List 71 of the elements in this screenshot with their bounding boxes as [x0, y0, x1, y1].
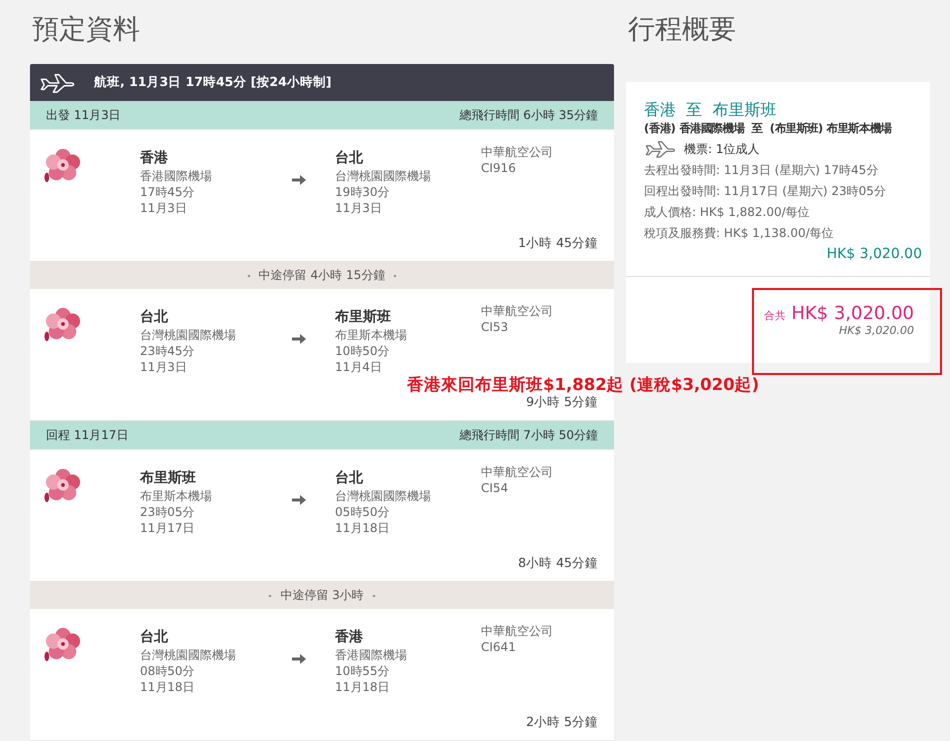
city-name: 台北	[140, 308, 169, 327]
flight-duration: 8小時 45分鐘	[518, 555, 598, 570]
city-name: 布里斯班	[335, 308, 392, 327]
date-text: 11月3日	[335, 200, 383, 216]
layover-text: 中途停留 3小時	[268, 587, 376, 604]
total-flight-time: 總飛行時間 7小時 50分鐘	[459, 426, 598, 444]
summary-line: 成人價格: HK$ 1,882.00/每位	[644, 204, 811, 221]
flight-number: CI916	[481, 160, 517, 176]
city-name: 香港	[140, 149, 169, 168]
time-text: 08時50分	[140, 663, 196, 679]
date-text: 11月17日	[140, 520, 196, 536]
arrow-icon	[292, 653, 306, 665]
airline-name: 中華航空公司	[481, 464, 554, 480]
subtotal-price: HK$ 3,020.00	[826, 246, 922, 262]
city-name: 台北	[335, 469, 364, 488]
time-text: 19時30分	[335, 184, 391, 200]
total-note: HK$ 3,020.00	[839, 324, 914, 337]
total-label: 合共	[764, 310, 786, 322]
city-name: 香港	[335, 628, 364, 647]
airport-name: 香港國際機場	[140, 168, 213, 184]
arrow-icon	[292, 333, 306, 345]
airport-name: 香港國際機場	[335, 647, 408, 663]
flight-duration: 1小時 45分鐘	[518, 235, 598, 250]
date-text: 11月18日	[335, 679, 391, 695]
plane-icon	[644, 139, 676, 159]
layover-text: 中途停留 4小時 15分鐘	[246, 267, 398, 284]
time-text: 10時50分	[335, 343, 391, 359]
promo-annotation: 香港來回布里斯班$1,882起 (連稅$3,020起)	[407, 374, 760, 396]
time-text: 10時55分	[335, 663, 391, 679]
arrow-icon	[292, 494, 306, 506]
time-text: 23時05分	[140, 504, 196, 520]
airline-name: 中華航空公司	[481, 303, 554, 319]
summary-line: 去程出發時間: 11月3日 (星期六) 17時45分	[644, 162, 880, 179]
time-text: 05時50分	[335, 504, 391, 520]
airport-name: 布里斯本機場	[335, 327, 408, 343]
date-text: 11月3日	[140, 359, 188, 375]
airport-name: 台灣桃園國際機場	[140, 327, 237, 343]
date-text: 11月3日	[140, 200, 188, 216]
summary-line: 稅項及服務費: HK$ 1,138.00/每位	[644, 225, 835, 242]
arrow-icon	[292, 174, 306, 186]
route-detail: (香港) 香港國際機場 至 (布里斯班) 布里斯本機場	[644, 121, 893, 137]
airport-name: 台灣桃園國際機場	[140, 647, 237, 663]
airline-name: 中華航空公司	[481, 623, 554, 639]
time-text: 17時45分	[140, 184, 196, 200]
city-name: 台北	[140, 628, 169, 647]
city-name: 布里斯班	[140, 469, 197, 488]
flight-duration: 9小時 5分鐘	[526, 394, 598, 409]
date-text: 11月18日	[335, 520, 391, 536]
flight-number: CI641	[481, 639, 517, 655]
date-text: 11月4日	[335, 359, 383, 375]
total-flight-time: 總飛行時間 6小時 35分鐘	[459, 106, 598, 124]
plane-icon	[38, 72, 76, 94]
leg-date: 回程 11月17日	[46, 426, 128, 444]
flight-duration: 2小時 5分鐘	[526, 714, 598, 729]
total-price: HK$ 3,020.00	[791, 303, 914, 324]
flight-header-text: 航班, 11月3日 17時45分 [按24小時制]	[94, 74, 332, 91]
airport-name: 布里斯本機場	[140, 488, 213, 504]
airport-name: 台灣桃園國際機場	[335, 488, 432, 504]
summary-line: 回程出發時間: 11月17日 (星期六) 23時05分	[644, 183, 887, 200]
page-heading: 預定資料	[32, 13, 140, 47]
leg-date: 出發 11月3日	[46, 106, 121, 124]
date-text: 11月18日	[140, 679, 196, 695]
page-heading: 行程概要	[628, 13, 736, 47]
airline-name: 中華航空公司	[481, 144, 554, 160]
airport-name: 台灣桃園國際機場	[335, 168, 432, 184]
city-name: 台北	[335, 149, 364, 168]
flight-number: CI53	[481, 319, 510, 335]
flight-number: CI54	[481, 480, 510, 496]
ticket-count: 機票: 1位成人	[684, 141, 760, 158]
route-title: 香港 至 布里斯班	[644, 100, 778, 120]
time-text: 23時45分	[140, 343, 196, 359]
